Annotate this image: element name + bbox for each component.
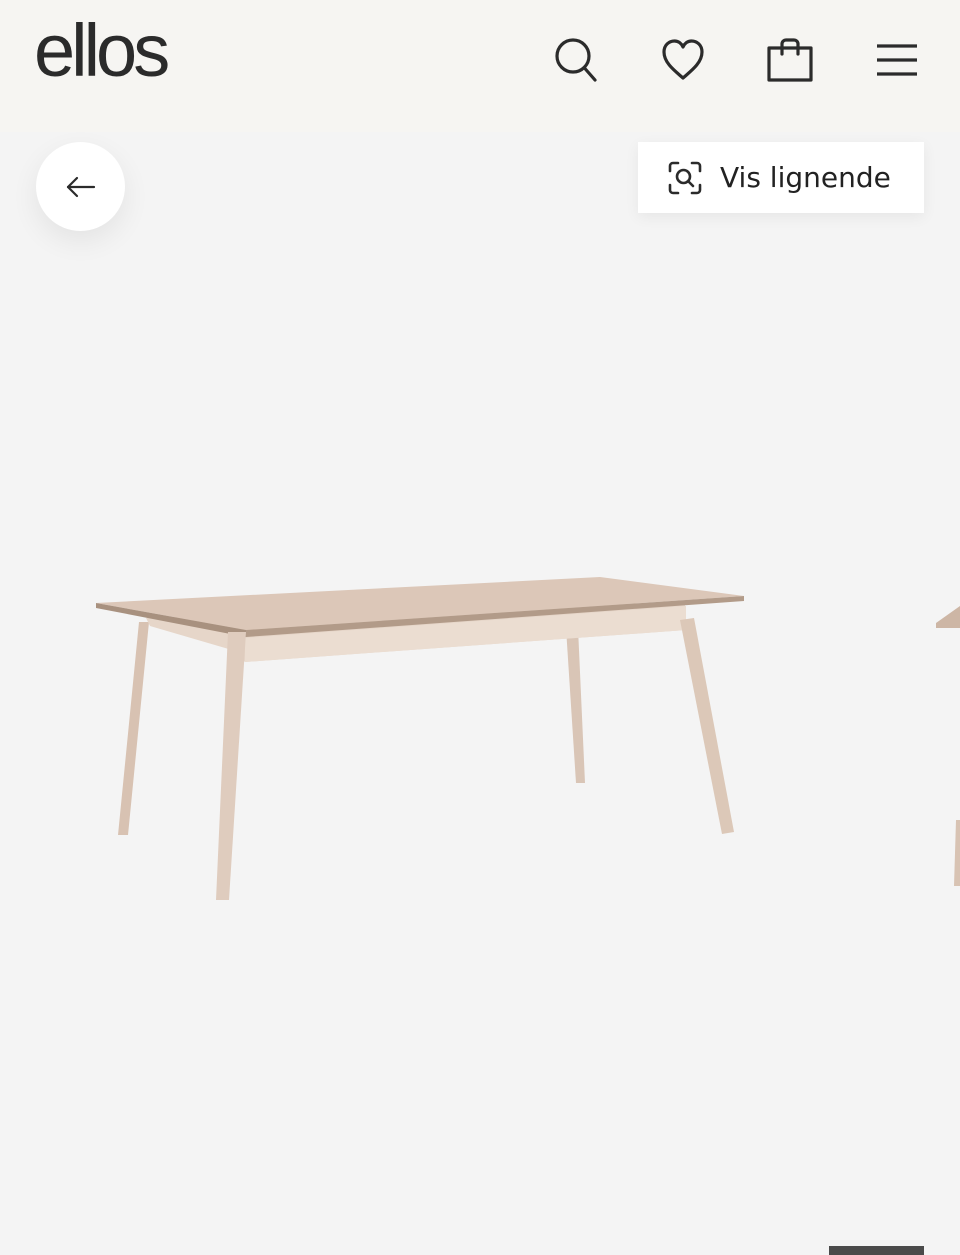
visual-search-icon <box>668 161 702 194</box>
ellos-logo[interactable]: ellos <box>34 14 170 88</box>
arrow-left-icon <box>66 176 95 197</box>
search-button[interactable] <box>550 34 602 86</box>
menu-button[interactable] <box>871 34 923 86</box>
product-image <box>96 577 960 900</box>
product-page: ellos Vis lignende <box>0 0 960 1255</box>
wishlist-button[interactable] <box>657 34 709 86</box>
back-button[interactable] <box>36 142 125 231</box>
image-pager-indicator <box>829 1246 924 1255</box>
search-icon <box>555 38 597 82</box>
site-header: ellos <box>0 0 960 132</box>
show-similar-label: Vis lignende <box>720 161 891 194</box>
product-image-carousel[interactable] <box>0 232 960 1232</box>
heart-icon <box>662 39 704 80</box>
show-similar-button[interactable]: Vis lignende <box>638 142 924 213</box>
menu-icon <box>877 44 917 76</box>
cart-button[interactable] <box>764 34 816 86</box>
shopping-bag-icon <box>767 38 813 82</box>
